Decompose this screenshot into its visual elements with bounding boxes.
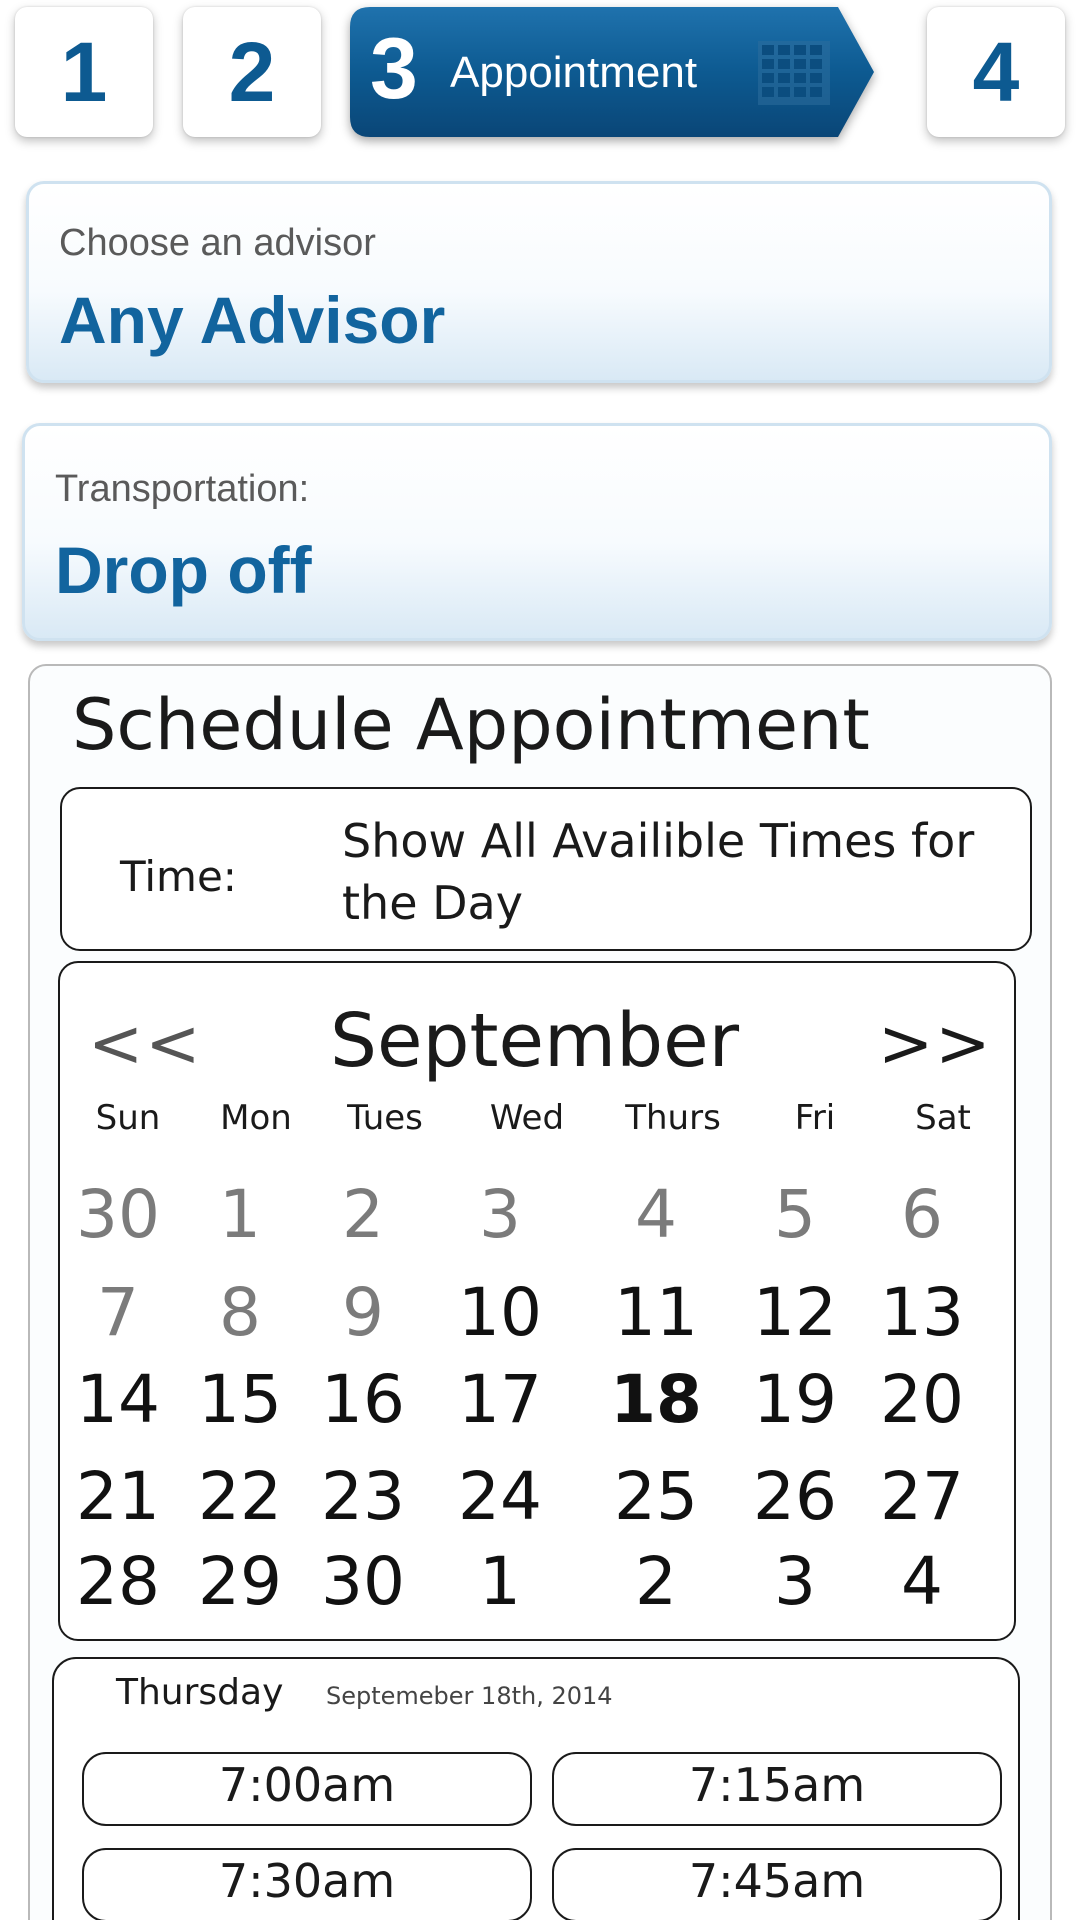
advisor-caption: Choose an advisor <box>59 222 376 264</box>
calendar-day: 1 <box>219 1176 261 1253</box>
calendar-day: 9 <box>342 1274 384 1351</box>
calendar-day[interactable]: 25 <box>586 1457 726 1537</box>
selected-date: Septemeber 18th, 2014 <box>326 1682 613 1710</box>
transportation-select[interactable]: Transportation: Drop off <box>22 423 1052 641</box>
calendar-day[interactable]: 1 <box>430 1542 570 1622</box>
calendar-day: 30 <box>76 1176 160 1253</box>
time-slot-button[interactable]: 7:00am <box>82 1752 532 1826</box>
calendar-day: 7 <box>97 1274 139 1351</box>
transportation-value: Drop off <box>55 533 312 607</box>
calendar-day[interactable]: 20 <box>852 1360 992 1440</box>
step-1-button[interactable]: 1 <box>15 7 153 137</box>
prev-month-button[interactable]: << <box>88 1004 203 1084</box>
time-filter-label: Time: <box>120 852 237 901</box>
time-slot-button[interactable]: 7:45am <box>552 1848 1002 1920</box>
time-slot-button[interactable]: 7:15am <box>552 1752 1002 1826</box>
weekday-label: Wed <box>489 1098 565 1138</box>
calendar-day: 8 <box>219 1274 261 1351</box>
calendar-day[interactable]: 4 <box>852 1542 992 1622</box>
calendar-day[interactable]: 10 <box>430 1273 570 1353</box>
calendar-day[interactable]: 15 <box>170 1360 310 1440</box>
calendar-grid-icon <box>758 41 830 105</box>
advisor-select[interactable]: Choose an advisor Any Advisor <box>26 181 1052 383</box>
calendar-day[interactable]: 29 <box>170 1542 310 1622</box>
transportation-caption: Transportation: <box>55 468 310 510</box>
calendar-day[interactable]: 30 <box>293 1542 433 1622</box>
calendar-day-selected[interactable]: 18 <box>586 1360 726 1440</box>
calendar-day: 5 <box>774 1176 816 1253</box>
calendar-day: 4 <box>635 1176 677 1253</box>
calendar-day[interactable]: 22 <box>170 1457 310 1537</box>
calendar-day[interactable]: 17 <box>430 1360 570 1440</box>
selected-weekday: Thursday <box>116 1672 284 1713</box>
calendar-day[interactable]: 11 <box>586 1273 726 1353</box>
calendar-day[interactable]: 28 <box>48 1542 188 1622</box>
weekday-label: Sat <box>915 1098 971 1138</box>
calendar-day[interactable]: 2 <box>586 1542 726 1622</box>
calendar-day: 2 <box>342 1176 384 1253</box>
calendar-day[interactable]: 26 <box>725 1457 865 1537</box>
calendar-day: 3 <box>479 1176 521 1253</box>
calendar-day[interactable]: 19 <box>725 1360 865 1440</box>
calendar-day[interactable]: 27 <box>852 1457 992 1537</box>
step-2-button[interactable]: 2 <box>183 7 321 137</box>
calendar-day[interactable]: 24 <box>430 1457 570 1537</box>
calendar-day: 6 <box>901 1176 943 1253</box>
calendar-day[interactable]: 16 <box>293 1360 433 1440</box>
time-filter-value[interactable]: Show All Availible Times for the Day <box>342 810 982 934</box>
weekday-label: Thurs <box>625 1098 721 1138</box>
month-title: September <box>330 998 740 1084</box>
weekday-label: Tues <box>347 1098 423 1138</box>
schedule-title: Schedule Appointment <box>72 684 870 766</box>
calendar-day[interactable]: 13 <box>852 1273 992 1353</box>
calendar-day[interactable]: 3 <box>725 1542 865 1622</box>
calendar-day[interactable]: 12 <box>725 1273 865 1353</box>
calendar-day[interactable]: 14 <box>48 1360 188 1440</box>
weekday-label: Fri <box>794 1098 836 1138</box>
next-month-button[interactable]: >> <box>878 1004 993 1084</box>
weekday-label: Sun <box>95 1098 161 1138</box>
weekday-label: Mon <box>220 1098 292 1138</box>
step-4-button[interactable]: 4 <box>927 7 1065 137</box>
step-3-label: Appointment <box>450 48 698 97</box>
calendar-day[interactable]: 21 <box>48 1457 188 1537</box>
calendar-day[interactable]: 23 <box>293 1457 433 1537</box>
step-3-number: 3 <box>370 21 418 117</box>
time-slot-button[interactable]: 7:30am <box>82 1848 532 1920</box>
advisor-value: Any Advisor <box>59 283 446 357</box>
step-3-current[interactable]: 3 Appointment <box>348 5 876 139</box>
